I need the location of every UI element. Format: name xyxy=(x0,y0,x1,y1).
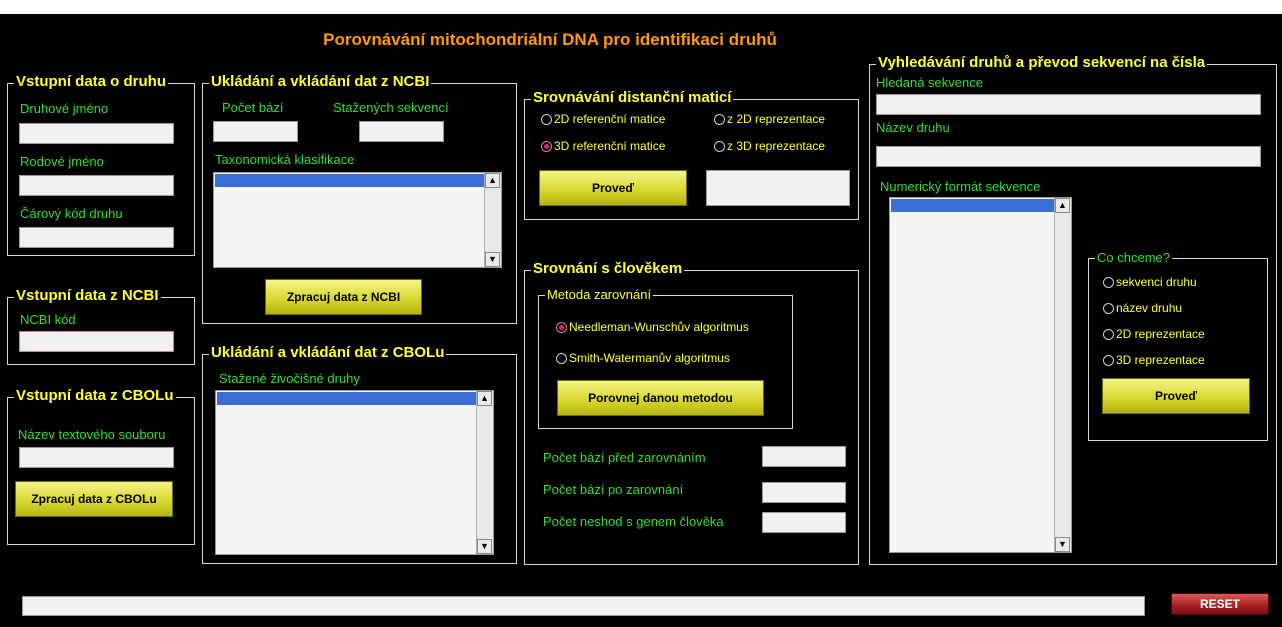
taxonomy-label: Taxonomická klasifikace xyxy=(215,152,355,167)
taxonomy-selected-row[interactable] xyxy=(215,174,484,187)
radio-label: 2D referenční matice xyxy=(554,112,666,126)
species-search-field[interactable] xyxy=(876,146,1261,167)
human-title: Srovnání s člověkem xyxy=(531,260,685,278)
scroll-up-icon[interactable]: ▲ xyxy=(477,391,492,406)
search-run-button[interactable]: Proveď xyxy=(1102,378,1250,414)
radio-label: z 3D reprezentace xyxy=(727,139,826,153)
scroll-down-icon[interactable]: ▼ xyxy=(485,252,500,267)
downloaded-label: Stažených sekvencí xyxy=(333,100,449,115)
numeric-format-listbox[interactable]: ▲ ▼ xyxy=(889,197,1072,553)
mismatch-field[interactable] xyxy=(762,512,846,533)
method-title: Metoda zarovnání xyxy=(545,287,654,303)
process-ncbi-button[interactable]: Zpracuj data z NCBI xyxy=(265,279,422,315)
bases-count-label: Počet bází xyxy=(222,100,284,115)
radio-dot[interactable] xyxy=(714,113,725,125)
radio-label: sekvenci druhu xyxy=(1116,275,1197,289)
barcode-field[interactable] xyxy=(19,227,174,248)
radio-smith-waterman[interactable]: Smith-Watermanův algoritmus xyxy=(556,351,730,365)
scroll-up-icon[interactable]: ▲ xyxy=(485,173,500,188)
radio-from-3d[interactable]: z 3D reprezentace xyxy=(714,139,825,153)
radio-label: Smith-Watermanův algoritmus xyxy=(569,351,730,365)
genus-name-field[interactable] xyxy=(19,175,174,196)
radio-dot[interactable] xyxy=(1103,302,1114,314)
numeric-format-label: Numerický formát sekvence xyxy=(880,179,1041,194)
radio-label: 2D reprezentace xyxy=(1116,327,1205,341)
species-name-field[interactable] xyxy=(19,123,174,144)
cbol-species-label: Stažené živočišné druhy xyxy=(219,371,360,386)
cbol-selected-row[interactable] xyxy=(217,392,476,405)
ncbi-store-title: Ukládání a vkládání dat z NCBI xyxy=(209,73,432,91)
ncbi-input-title: Vstupní data z NCBI xyxy=(14,287,161,305)
radio-3d-representation[interactable]: 3D reprezentace xyxy=(1103,353,1205,367)
cbol-species-listbox[interactable]: ▲ ▼ xyxy=(215,390,494,555)
radio-dot[interactable] xyxy=(1103,328,1114,340)
distance-title: Srovnávání distanční maticí xyxy=(531,89,734,107)
radio-2d-representation[interactable]: 2D reprezentace xyxy=(1103,327,1205,341)
bases-after-label: Počet bází po zarovnání xyxy=(543,482,684,497)
radio-needleman-wunsch[interactable]: Needleman-Wunschův algoritmus xyxy=(556,320,749,334)
radio-from-2d[interactable]: z 2D reprezentace xyxy=(714,112,825,126)
scroll-down-icon[interactable]: ▼ xyxy=(477,539,492,554)
radio-2d-reference[interactable]: 2D referenční matice xyxy=(541,112,665,126)
reset-button[interactable]: RESET xyxy=(1171,593,1269,615)
sequence-label: Hledaná sekvence xyxy=(876,75,983,90)
cbol-scrollbar[interactable]: ▲ ▼ xyxy=(476,391,493,554)
distance-run-button[interactable]: Proveď xyxy=(539,170,687,206)
species-name-label: Název druhu xyxy=(876,120,950,135)
radio-label: z 2D reprezentace xyxy=(727,112,826,126)
cbol-store-title: Ukládání a vkládání dat z CBOLu xyxy=(209,344,447,362)
genus-species-label: Druhové jméno xyxy=(20,101,109,116)
taxonomy-listbox[interactable]: ▲ ▼ xyxy=(213,172,502,268)
scroll-up-icon[interactable]: ▲ xyxy=(1055,198,1070,213)
radio-label: 3D referenční matice xyxy=(554,139,666,153)
cbol-input-panel: Vstupní data z CBOLu xyxy=(7,387,195,545)
scroll-down-icon[interactable]: ▼ xyxy=(1055,537,1070,552)
radio-dot[interactable] xyxy=(556,321,567,333)
cbol-file-label: Název textového souboru xyxy=(18,427,166,442)
radio-dot[interactable] xyxy=(714,140,725,152)
ncbi-code-label: NCBI kód xyxy=(20,312,76,327)
bases-before-label: Počet bází před zarovnáním xyxy=(543,450,706,465)
radio-dot[interactable] xyxy=(556,352,567,364)
radio-label: Needleman-Wunschův algoritmus xyxy=(569,320,749,334)
distance-result-field[interactable] xyxy=(706,170,850,206)
mismatch-label: Počet neshod s genem člověka xyxy=(543,514,724,529)
main-window: Porovnávání mitochondriální DNA pro iden… xyxy=(0,14,1282,627)
downloaded-field[interactable] xyxy=(359,121,444,142)
radio-label: 3D reprezentace xyxy=(1116,353,1205,367)
search-title: Vyhledávání druhů a převod sekvencí na č… xyxy=(876,54,1208,72)
radio-label: název druhu xyxy=(1116,301,1183,315)
app-title: Porovnávání mitochondriální DNA pro iden… xyxy=(323,30,777,49)
radio-dot[interactable] xyxy=(541,140,552,152)
radio-species-name[interactable]: název druhu xyxy=(1103,301,1182,315)
numeric-selected-row[interactable] xyxy=(891,199,1054,212)
radio-dot[interactable] xyxy=(1103,276,1114,288)
barcode-label: Čárový kód druhu xyxy=(20,206,123,221)
want-title: Co chceme? xyxy=(1095,250,1172,266)
status-field[interactable] xyxy=(22,596,1145,616)
bases-after-field[interactable] xyxy=(762,482,846,503)
cbol-file-field[interactable] xyxy=(19,447,174,468)
radio-3d-reference[interactable]: 3D referenční matice xyxy=(541,139,665,153)
sequence-field[interactable] xyxy=(876,94,1261,115)
species-input-title: Vstupní data o druhu xyxy=(14,73,168,91)
compare-method-button[interactable]: Porovnej danou metodou xyxy=(557,380,764,416)
radio-dot[interactable] xyxy=(541,113,552,125)
process-cbol-button[interactable]: Zpracuj data z CBOLu xyxy=(15,481,173,517)
radio-dot[interactable] xyxy=(1103,354,1114,366)
ncbi-code-field[interactable] xyxy=(19,331,174,352)
cbol-input-title: Vstupní data z CBOLu xyxy=(14,387,176,405)
bases-count-field[interactable] xyxy=(213,121,298,142)
radio-species-sequence[interactable]: sekvenci druhu xyxy=(1103,275,1197,289)
genus-label: Rodové jméno xyxy=(20,154,104,169)
bases-before-field[interactable] xyxy=(762,446,846,467)
numeric-scrollbar[interactable]: ▲ ▼ xyxy=(1054,198,1071,552)
taxonomy-scrollbar[interactable]: ▲ ▼ xyxy=(484,173,501,267)
